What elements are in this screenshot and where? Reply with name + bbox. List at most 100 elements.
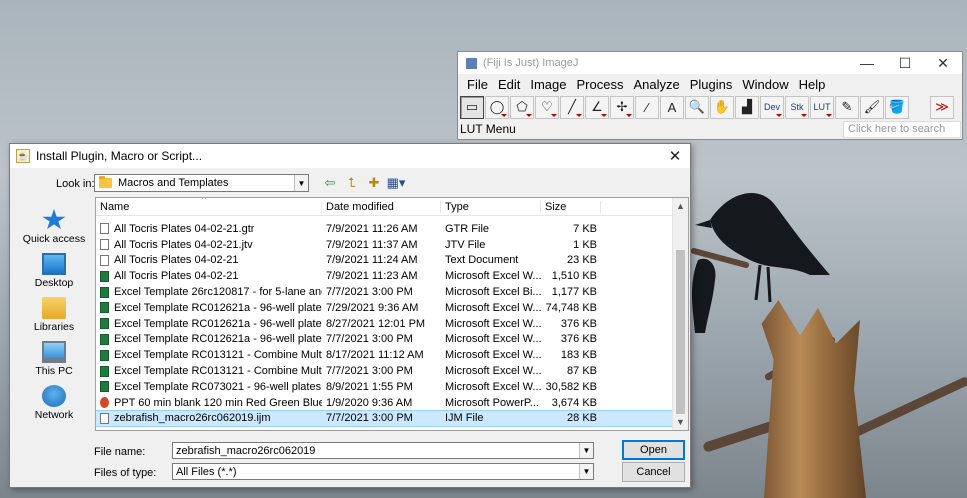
- look-in-value: Macros and Templates: [118, 177, 229, 189]
- imagej-title-bar[interactable]: (Fiji Is Just) ImageJ — ☐ ✕: [458, 52, 962, 74]
- stk-tool-icon[interactable]: Stk: [785, 95, 809, 119]
- file-type-cell: Microsoft Excel W...: [445, 380, 541, 393]
- magnifier-tool-icon[interactable]: 🔍: [685, 95, 709, 119]
- menu-image[interactable]: Image: [528, 77, 568, 92]
- document-file-icon: [100, 412, 109, 424]
- view-menu-icon[interactable]: ▦▾: [387, 175, 406, 191]
- menu-file[interactable]: File: [465, 77, 490, 92]
- dropper-tool-icon[interactable]: ▟: [735, 95, 759, 119]
- file-row[interactable]: All Tocris Plates 04-02-21 7/9/2021 11:23…: [96, 268, 674, 284]
- column-type[interactable]: Type: [441, 200, 541, 213]
- file-row[interactable]: zebrafish_macro26rc062019.ijm 7/7/2021 3:…: [96, 409, 675, 428]
- back-icon[interactable]: ⇦: [321, 175, 339, 191]
- menu-plugins[interactable]: Plugins: [688, 77, 735, 92]
- file-date-cell: 1/9/2020 9:36 AM: [326, 396, 413, 409]
- menu-help[interactable]: Help: [797, 77, 828, 92]
- freehand-tool-icon[interactable]: ♡: [535, 95, 559, 119]
- open-button[interactable]: Open: [622, 440, 685, 460]
- vertical-scrollbar[interactable]: ▲ ▼: [672, 198, 688, 430]
- file-date-cell: 8/17/2021 11:12 AM: [326, 349, 424, 362]
- maximize-button[interactable]: ☐: [886, 52, 924, 74]
- file-row[interactable]: Excel Template RC013121 - Combine Multip…: [96, 347, 674, 363]
- column-size[interactable]: Size: [541, 200, 601, 213]
- file-row[interactable]: PPT 60 min blank 120 min Red Green Blue …: [96, 395, 674, 411]
- file-size-cell: 1,177 KB: [551, 286, 597, 299]
- dialog-title-bar[interactable]: ☕ Install Plugin, Macro or Script... ✕: [10, 144, 690, 168]
- minimize-button[interactable]: —: [848, 52, 886, 74]
- file-date-cell: 7/9/2021 11:24 AM: [326, 254, 418, 267]
- file-type-select[interactable]: All Files (*.*) ▼: [172, 463, 594, 480]
- scroll-up-icon[interactable]: ▲: [673, 198, 688, 214]
- look-in-combo[interactable]: Macros and Templates ▼: [94, 174, 309, 192]
- file-type-cell: Microsoft Excel W...: [445, 317, 541, 330]
- angle-tool-icon[interactable]: ∠: [585, 95, 609, 119]
- file-name-text: zebrafish_macro26rc062019.ijm: [114, 412, 271, 425]
- place-this-pc[interactable]: This PC: [16, 333, 92, 377]
- polygon-tool-icon[interactable]: ⬠: [510, 95, 534, 119]
- chevron-down-icon[interactable]: ▼: [579, 464, 593, 479]
- chevron-down-icon[interactable]: ▼: [579, 443, 593, 458]
- place-network[interactable]: Network: [16, 377, 92, 421]
- line-tool-icon[interactable]: ╱: [560, 95, 584, 119]
- search-field[interactable]: Click here to search: [843, 120, 961, 138]
- column-name[interactable]: Name: [96, 200, 322, 213]
- place-desktop[interactable]: Desktop: [16, 245, 92, 289]
- menu-edit[interactable]: Edit: [496, 77, 522, 92]
- scrollbar-thumb[interactable]: [676, 250, 685, 414]
- file-type-cell: Microsoft Excel W...: [445, 333, 541, 346]
- dialog-title: Install Plugin, Macro or Script...: [36, 149, 203, 163]
- brush-tool-icon[interactable]: 🖌: [860, 95, 884, 119]
- place-label: Quick access: [22, 233, 86, 245]
- imagej-toolbar: ▭ ◯ ⬠ ♡ ╱ ∠ ✢ ⁄ A 🔍 ✋ ▟ Dev Stk LUT ✎ 🖌 🪣 ≫: [458, 94, 962, 120]
- file-name-text: All Tocris Plates 04-02-21: [114, 254, 239, 267]
- lut-tool-icon[interactable]: LUT: [810, 95, 834, 119]
- column-date-modified[interactable]: Date modified: [322, 200, 441, 213]
- place-quick-access[interactable]: Quick access: [16, 201, 92, 245]
- oval-tool-icon[interactable]: ◯: [485, 95, 509, 119]
- file-name-text: Excel Template 26rc120817 - for 5-lane a…: [114, 286, 322, 299]
- dev-tool-icon[interactable]: Dev: [760, 95, 784, 119]
- file-size-cell: 87 KB: [567, 365, 597, 378]
- menu-analyze[interactable]: Analyze: [631, 77, 681, 92]
- file-size-cell: 1,510 KB: [551, 270, 597, 283]
- file-row[interactable]: All Tocris Plates 04-02-21 7/9/2021 11:24…: [96, 253, 674, 269]
- chevron-down-icon[interactable]: ▼: [294, 175, 308, 191]
- mores-tool-icon[interactable]: ≫: [930, 95, 954, 119]
- file-name-text: Excel Template RC012621a - 96-well plate…: [114, 301, 322, 314]
- file-row[interactable]: Excel Template RC012621a - 96-well plate…: [96, 316, 674, 332]
- libraries-icon: [42, 297, 66, 319]
- flood-fill-tool-icon[interactable]: 🪣: [885, 95, 909, 119]
- text-tool-icon[interactable]: A: [660, 95, 684, 119]
- file-row[interactable]: All Tocris Plates 04-02-21.jtv 7/9/2021 1…: [96, 237, 674, 253]
- file-name-cell: All Tocris Plates 04-02-21: [96, 254, 322, 266]
- pencil-tool-icon[interactable]: ✎: [835, 95, 859, 119]
- up-folder-icon[interactable]: ⮤: [343, 175, 361, 191]
- place-libraries[interactable]: Libraries: [16, 289, 92, 333]
- point-tool-icon[interactable]: ✢: [610, 95, 634, 119]
- menu-process[interactable]: Process: [575, 77, 626, 92]
- file-size-cell: 3,674 KB: [551, 396, 597, 409]
- file-type-cell: Microsoft Excel W...: [445, 270, 541, 283]
- file-row[interactable]: Excel Template 26rc120817 - for 5-lane a…: [96, 284, 674, 300]
- close-button[interactable]: ✕: [924, 52, 962, 74]
- file-name-input[interactable]: zebrafish_macro26rc062019 ▼: [172, 442, 594, 459]
- file-size-cell: 28 KB: [567, 412, 597, 425]
- cancel-button[interactable]: Cancel: [622, 462, 685, 482]
- file-row[interactable]: Excel Template RC012621a - 96-well plate…: [96, 300, 674, 316]
- dialog-close-button[interactable]: ✕: [660, 147, 690, 165]
- file-row[interactable]: Excel Template RC073021 - 96-well plates…: [96, 379, 674, 395]
- scroll-down-icon[interactable]: ▼: [673, 414, 688, 430]
- new-folder-icon[interactable]: ✚: [365, 175, 383, 191]
- file-name-cell: All Tocris Plates 04-02-21.jtv: [96, 239, 322, 251]
- file-date-cell: 7/9/2021 11:23 AM: [326, 270, 418, 283]
- hand-tool-icon[interactable]: ✋: [710, 95, 734, 119]
- menu-window[interactable]: Window: [740, 77, 790, 92]
- file-row[interactable]: Excel Template RC013121 - Combine Multip…: [96, 363, 674, 379]
- rectangle-tool-icon[interactable]: ▭: [460, 95, 484, 119]
- file-size-cell: 376 KB: [560, 333, 597, 346]
- file-row[interactable]: All Tocris Plates 04-02-21.gtr 7/9/2021 1…: [96, 221, 674, 237]
- file-name-text: Excel Template RC012621a - 96-well plate…: [114, 333, 322, 346]
- excel-file-icon: [100, 381, 109, 393]
- file-row[interactable]: Excel Template RC012621a - 96-well plate…: [96, 332, 674, 348]
- wand-tool-icon[interactable]: ⁄: [635, 95, 659, 119]
